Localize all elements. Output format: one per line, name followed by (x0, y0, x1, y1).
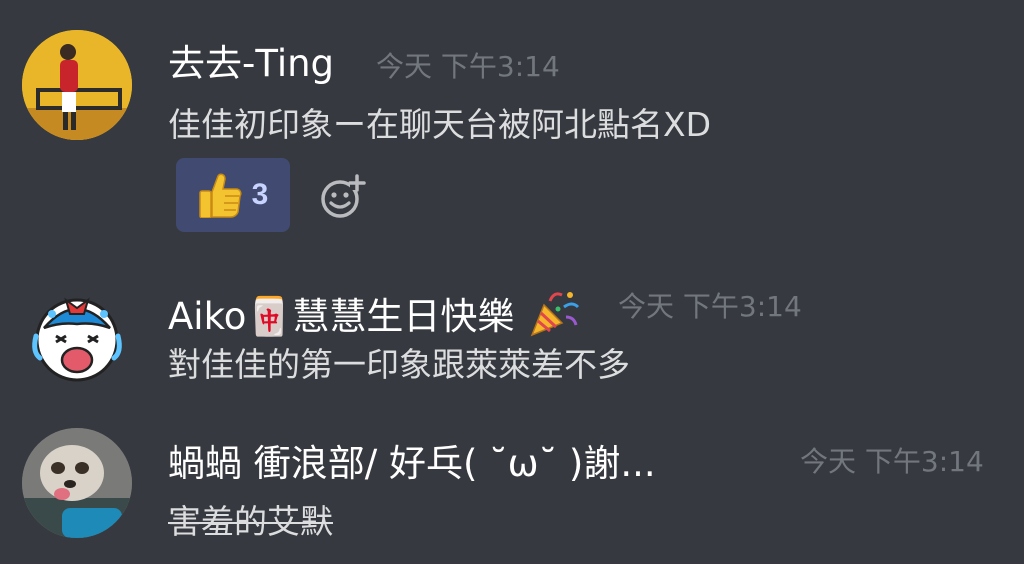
add-reaction-button[interactable] (320, 174, 366, 220)
thumbs-up-icon (198, 173, 242, 218)
reaction-thumbs-up[interactable]: 3 (176, 158, 290, 232)
timestamp: 今天 下午3:14 (800, 445, 984, 478)
message-text: 對佳佳的第一印象跟萊萊差不多 (168, 345, 630, 384)
avatar[interactable] (22, 280, 132, 390)
timestamp: 今天 下午3:14 (376, 50, 560, 83)
message-text: 害羞的艾默 (168, 502, 333, 541)
message-text: 佳佳初印象ー在聊天台被阿北點名XD (168, 105, 712, 144)
message-3: 蝸蝸 衝浪部/ 好乓( ˘ω˘ )謝... 今天 下午3:14 害羞的艾默 (0, 420, 1024, 564)
author-name-text: Aiko🀄慧慧生日快樂 (168, 295, 515, 338)
author-name[interactable]: Aiko🀄慧慧生日快樂 (168, 287, 580, 339)
message-2: Aiko🀄慧慧生日快樂 今天 下午3:14 對佳佳的第一印象跟萊萊差不多 (0, 260, 1024, 410)
party-popper-icon (530, 292, 580, 337)
author-name[interactable]: 蝸蝸 衝浪部/ 好乓( ˘ω˘ )謝... (168, 445, 656, 482)
timestamp: 今天 下午3:14 (618, 290, 802, 323)
author-name[interactable]: 去去-Ting (168, 45, 334, 82)
avatar-image (22, 428, 132, 538)
reaction-count: 3 (251, 178, 269, 211)
avatar-image (32, 297, 122, 382)
avatar-image (22, 30, 132, 140)
avatar[interactable] (22, 30, 132, 140)
add-reaction-icon (321, 174, 366, 218)
avatar[interactable] (22, 428, 132, 538)
message-1: 去去-Ting 今天 下午3:14 佳佳初印象ー在聊天台被阿北點名XD 3 (0, 0, 1024, 250)
